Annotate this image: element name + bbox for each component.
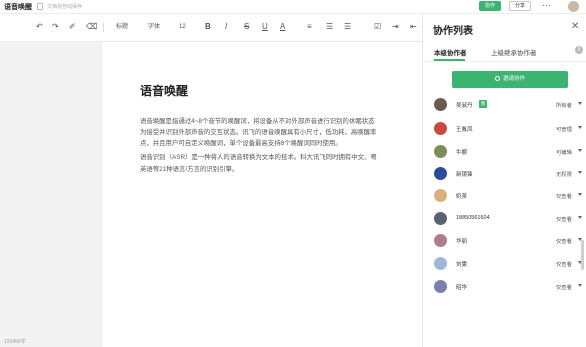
chevron-down-icon[interactable] xyxy=(578,193,582,196)
avatar xyxy=(434,234,447,247)
share-button[interactable]: 分享 xyxy=(509,1,531,11)
underline-button[interactable]: U xyxy=(262,21,268,33)
avatar xyxy=(434,189,447,202)
heading-dropdown[interactable]: 标题 xyxy=(116,21,128,33)
collab-button[interactable]: 协作 xyxy=(479,1,501,11)
chevron-down-icon[interactable] xyxy=(578,171,582,174)
collaborator-name: 王胤凤 xyxy=(456,127,473,133)
collaborator-row[interactable]: 新镜锋 无权限 xyxy=(423,166,586,182)
bullet-list-icon[interactable]: ☰ xyxy=(344,21,351,33)
align-icon[interactable]: ≡ xyxy=(307,21,312,33)
document-page[interactable]: 语音唤醒 语音唤醒是指通过4~8个音节的唤醒词，将设备从不对外部声音进行识别的休… xyxy=(102,42,422,347)
indent-icon[interactable]: ⇥ xyxy=(392,21,399,33)
collaborator-row[interactable]: 华丽 仅查看 xyxy=(423,233,586,249)
collaborator-name: 吴淑丹 xyxy=(456,103,473,109)
tab-direct-collaborators[interactable]: 本级协作者 xyxy=(434,47,467,57)
avatar xyxy=(434,122,447,135)
collaborator-name: 昭华 xyxy=(456,285,468,291)
collaborator-name: 18850561604 xyxy=(456,215,490,221)
collaborator-name: 奶茶 xyxy=(456,194,468,200)
format-painter-icon[interactable]: ✐ xyxy=(69,21,76,33)
user-avatar[interactable] xyxy=(568,1,579,12)
permission-dropdown[interactable]: 仅查看 xyxy=(556,215,572,223)
close-icon[interactable]: ✕ xyxy=(571,21,579,32)
font-size-dropdown[interactable]: 12 xyxy=(179,21,186,33)
permission-dropdown[interactable]: 仅查看 xyxy=(556,260,572,268)
chevron-down-icon[interactable] xyxy=(578,216,582,219)
checklist-icon[interactable]: ☑ xyxy=(374,21,381,33)
toolbar-divider xyxy=(103,23,104,32)
chevron-down-icon[interactable] xyxy=(578,126,582,129)
paragraph-line[interactable]: 点，并且用户可自定义唤醒词，单个设备最高支持8个唤醒词同时使用。 xyxy=(140,140,342,148)
top-bar: 语音唤醒 文档将自动保存 协作 分享 ··· xyxy=(0,0,586,14)
me-badge: 我 xyxy=(479,100,487,108)
permission-dropdown[interactable]: 可编辑 xyxy=(556,148,572,156)
avatar xyxy=(434,257,447,270)
avatar xyxy=(434,212,447,225)
permission-dropdown[interactable]: 无权限 xyxy=(556,170,572,178)
permission-dropdown[interactable]: 可管理 xyxy=(556,125,572,133)
collaborator-row[interactable]: 奶茶 仅查看 xyxy=(423,188,586,204)
doc-title[interactable]: 语音唤醒 xyxy=(4,2,32,12)
avatar xyxy=(434,280,447,293)
person-icon xyxy=(494,75,500,81)
permission-dropdown[interactable]: 所有者 xyxy=(556,101,572,109)
tab-inherited-collaborators[interactable]: 上级继承协作者 xyxy=(491,47,537,57)
scrollbar[interactable] xyxy=(581,240,584,270)
italic-button[interactable]: I xyxy=(225,21,227,33)
save-status: 文档将自动保存 xyxy=(47,4,83,10)
avatar xyxy=(434,167,447,180)
chevron-down-icon[interactable] xyxy=(578,149,582,152)
editor-canvas: 语音唤醒 语音唤醒是指通过4~8个音节的唤醒词，将设备从不对外部声音进行识别的休… xyxy=(0,42,422,347)
info-icon[interactable]: i xyxy=(575,46,583,54)
undo-icon[interactable]: ↶ xyxy=(36,21,43,33)
avatar xyxy=(434,145,447,158)
permission-dropdown[interactable]: 仅查看 xyxy=(556,283,572,291)
divider xyxy=(423,61,586,62)
chevron-down-icon[interactable] xyxy=(578,102,582,105)
font-color-button[interactable]: A xyxy=(280,21,285,33)
paragraph-line[interactable]: 为接受并识别外部声音的交互状态。讯飞的语音唤醒具有小尺寸，低功耗，高唤醒率 xyxy=(140,129,376,137)
editor-toolbar: ↶ ↷ ✐ ⌫ 标题 字体 12 B I S U A ≡ ☰ ☰ ☑ ⇥ ⇤ xyxy=(0,14,422,42)
redo-icon[interactable]: ↷ xyxy=(52,21,59,33)
bold-button[interactable]: B xyxy=(205,21,211,33)
permission-dropdown[interactable]: 仅查看 xyxy=(556,237,572,245)
avatar xyxy=(434,98,447,111)
clear-format-icon[interactable]: ⌫ xyxy=(86,21,97,33)
panel-title: 协作列表 xyxy=(433,26,473,37)
chevron-down-icon[interactable] xyxy=(578,284,582,287)
collaborator-name: 新镜锋 xyxy=(456,172,473,178)
collaborator-name: 华丽 xyxy=(456,239,468,245)
collaborator-row[interactable]: 18850561604 仅查看 xyxy=(423,211,586,227)
strikethrough-button[interactable]: S xyxy=(244,21,249,33)
ordered-list-icon[interactable]: ☰ xyxy=(326,21,333,33)
invite-collaborator-button[interactable]: 邀请协作 xyxy=(452,71,568,88)
document-heading[interactable]: 语音唤醒 xyxy=(140,82,188,99)
outdent-icon[interactable]: ⇤ xyxy=(410,21,417,33)
collaborator-name: 刘雯 xyxy=(456,262,468,268)
collaborator-row[interactable]: 王胤凤 可管理 xyxy=(423,121,586,137)
collaborator-row[interactable]: 吴淑丹我 所有者 xyxy=(423,97,586,113)
invite-label: 邀请协作 xyxy=(502,76,525,82)
collaborator-panel: 协作列表 ✕ 本级协作者 上级继承协作者 i 邀请协作 吴淑丹我 所有者王胤凤 可管… xyxy=(422,14,586,347)
collaborator-row[interactable]: 昭华 仅查看 xyxy=(423,279,586,295)
collaborator-row[interactable]: 牛郦 可编辑 xyxy=(423,144,586,160)
paragraph-line[interactable]: 语音识别（ASR）是一种将人的语音转换为文本的技术。科大讯飞同时拥有中文、粤 xyxy=(140,154,377,162)
collaborator-row[interactable]: 刘雯 仅查看 xyxy=(423,256,586,272)
permission-dropdown[interactable]: 仅查看 xyxy=(556,192,572,200)
more-icon[interactable]: ··· xyxy=(542,0,551,10)
paragraph-line[interactable]: 语音唤醒是指通过4~8个音节的唤醒词，将设备从不对外部声音进行识别的休眠状态 xyxy=(140,118,375,126)
collaborator-name: 牛郦 xyxy=(456,150,468,156)
document-icon xyxy=(37,3,43,10)
word-count: 123456字 xyxy=(4,339,26,345)
font-dropdown[interactable]: 字体 xyxy=(148,21,160,33)
paragraph-line[interactable]: 英语等21种语言/方言的识别引擎。 xyxy=(140,166,238,174)
